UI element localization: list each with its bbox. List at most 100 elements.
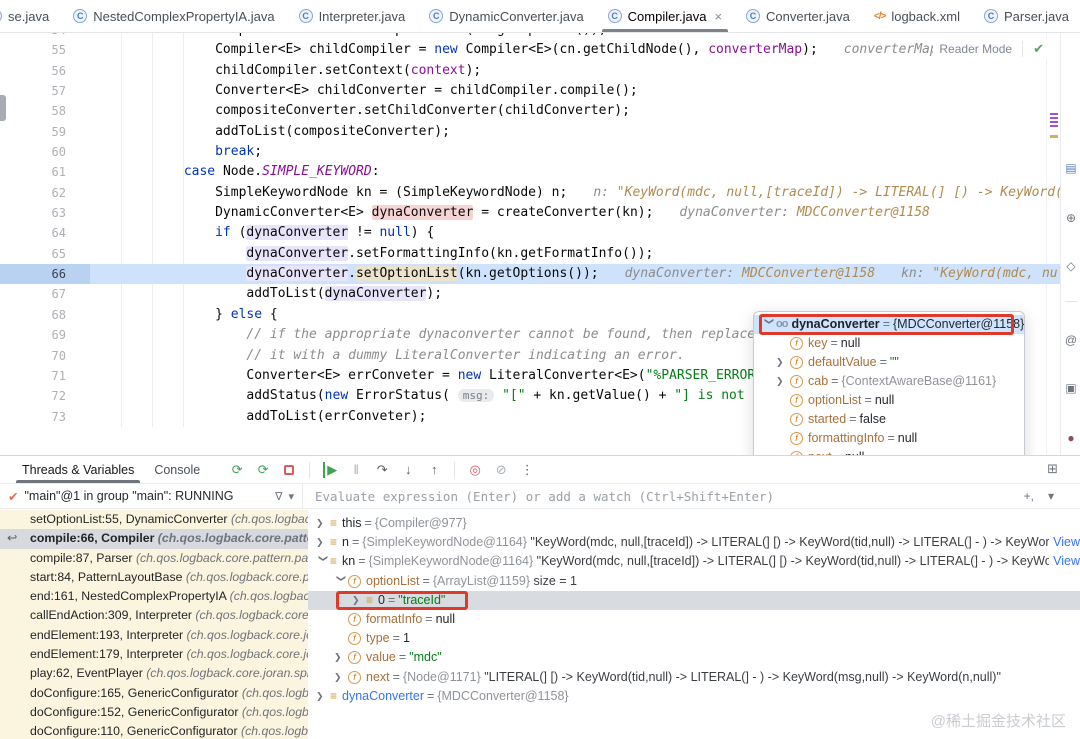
- line-number[interactable]: 60: [0, 142, 90, 162]
- layout-settings-icon[interactable]: ⊞: [1047, 461, 1058, 477]
- stop-icon[interactable]: [278, 460, 300, 480]
- frame-row[interactable]: setOptionList:55, DynamicConverter (ch.q…: [0, 510, 308, 529]
- line-number[interactable]: 68: [0, 305, 90, 325]
- variable-row-type[interactable]: f type = 1: [308, 629, 1080, 648]
- add-watch-plus-icon[interactable]: +,: [1024, 489, 1034, 503]
- endpoints-icon[interactable]: ⊕: [1061, 211, 1080, 225]
- code-line-57[interactable]: 57 Converter<E> childConverter = childCom…: [0, 81, 1060, 101]
- line-number[interactable]: 70: [0, 346, 90, 366]
- bookmarks-icon[interactable]: ◇: [1061, 259, 1080, 273]
- frame-row[interactable]: ↩ compile:66, Compiler (ch.qos.logback.co…: [0, 529, 308, 549]
- variable-row-value[interactable]: ❯ f value = "mdc": [308, 648, 1080, 667]
- frames-list[interactable]: setOptionList:55, DynamicConverter (ch.q…: [0, 510, 308, 739]
- profiler-icon[interactable]: ●: [1061, 431, 1080, 445]
- popup-row-optionList[interactable]: f optionList = null: [754, 391, 1024, 410]
- line-number[interactable]: 59: [0, 122, 90, 142]
- chevron-right-icon[interactable]: ❯: [316, 514, 330, 533]
- tab-Converter.java[interactable]: C Converter.java: [734, 0, 862, 32]
- chevron-right-icon[interactable]: ❯: [316, 687, 330, 706]
- evaluate-chevron-icon[interactable]: ▾: [1048, 489, 1054, 503]
- frame-row[interactable]: callEndAction:309, Interpreter (ch.qos.l…: [0, 606, 308, 625]
- mentions-icon[interactable]: @: [1061, 333, 1080, 347]
- close-tab-icon[interactable]: ×: [714, 9, 722, 24]
- tab-NestedComplexPropertyIA.java[interactable]: C NestedComplexPropertyIA.java: [61, 0, 286, 32]
- chevron-down-icon[interactable]: ❯: [760, 318, 779, 332]
- popup-row-next[interactable]: f next=null: [754, 448, 1024, 455]
- code-line-60[interactable]: 60 break;: [0, 142, 1060, 162]
- line-number[interactable]: 72: [0, 386, 90, 406]
- evaluate-expression-bar[interactable]: Evaluate expression (Enter) or add a wat…: [303, 484, 1080, 508]
- code-line-64[interactable]: 64 if (dynaConverter != null) {: [0, 223, 1060, 243]
- frame-row[interactable]: start:84, PatternLayoutBase (ch.qos.logb…: [0, 568, 308, 587]
- popup-row-dynaConverter[interactable]: ❯ oo dynaConverter = {MDCConverter@1158}: [754, 314, 1024, 335]
- popup-row-formattingInfo[interactable]: f formattingInfo = null: [754, 429, 1024, 448]
- frame-row[interactable]: play:62, EventPlayer (ch.qos.logback.cor…: [0, 664, 308, 683]
- line-number[interactable]: 64: [0, 223, 90, 243]
- line-number[interactable]: 58: [0, 101, 90, 121]
- code-line-58[interactable]: 58 compositeConverter.setChildConverter(c…: [0, 101, 1060, 121]
- view-link[interactable]: View: [1053, 552, 1080, 571]
- view-link[interactable]: View: [1053, 533, 1080, 552]
- pause-icon[interactable]: ‖: [345, 460, 367, 480]
- popup-row-started[interactable]: f started = false: [754, 410, 1024, 429]
- line-number[interactable]: 56: [0, 61, 90, 81]
- code-line-54[interactable]: 54compositeConverter.setOptionList(cn.ge…: [0, 33, 1060, 40]
- chevron-down-icon[interactable]: ❯: [313, 555, 332, 569]
- line-number[interactable]: 73: [0, 407, 90, 427]
- variables-panel[interactable]: ❯ ≡ this = {Compiler@977} ❯ ≡ n = {SimpleKeywordN…: [308, 510, 1080, 739]
- structure-icon[interactable]: ▤: [1061, 161, 1080, 175]
- chevron-right-icon[interactable]: ❯: [776, 353, 790, 372]
- variable-row-optionList[interactable]: ❯ f optionList = {ArrayList@1159} size = 1: [308, 572, 1080, 591]
- popup-row-defaultValue[interactable]: ❯ f defaultValue = "": [754, 353, 1024, 372]
- frame-row[interactable]: end:161, NestedComplexPropertyIA (ch.qos…: [0, 587, 308, 606]
- line-number[interactable]: 67: [0, 284, 90, 304]
- code-line-61[interactable]: 61 case Node.SIMPLE_KEYWORD:: [0, 162, 1060, 182]
- line-number[interactable]: 65: [0, 244, 90, 264]
- mute-breakpoints-icon[interactable]: ⊘: [490, 460, 512, 480]
- chevron-right-icon[interactable]: ❯: [316, 533, 330, 552]
- debug-tab-console[interactable]: Console: [144, 456, 210, 483]
- rerun-icon[interactable]: ⟳: [226, 460, 248, 480]
- code-line-67[interactable]: 67 addToList(dynaConverter);: [0, 284, 1060, 304]
- rerun-debug-icon[interactable]: ⟳: [252, 460, 274, 480]
- line-number[interactable]: 54: [0, 33, 90, 40]
- variable-row-this[interactable]: ❯ ≡ this = {Compiler@977}: [308, 514, 1080, 533]
- variable-row-0[interactable]: ❯ ≡ 0 = "traceId": [308, 590, 1080, 610]
- variable-row-formatInfo[interactable]: f formatInfo = null: [308, 610, 1080, 629]
- line-number[interactable]: 63: [0, 203, 90, 223]
- step-into-icon[interactable]: ↓: [397, 460, 419, 480]
- tab-DynamicConverter.java[interactable]: C DynamicConverter.java: [417, 0, 595, 32]
- chevron-right-icon[interactable]: ❯: [334, 648, 348, 667]
- code-line-56[interactable]: 56 childCompiler.setContext(context);: [0, 61, 1060, 81]
- line-number[interactable]: 55: [0, 40, 90, 60]
- line-number[interactable]: 71: [0, 366, 90, 386]
- chevron-down-icon[interactable]: ❯: [331, 574, 350, 588]
- frame-row[interactable]: doConfigure:165, GenericConfigurator (ch…: [0, 684, 308, 703]
- step-over-icon[interactable]: ↷: [371, 460, 393, 480]
- frame-row[interactable]: endElement:193, Interpreter (ch.qos.logb…: [0, 626, 308, 645]
- code-line-65[interactable]: 65 dynaConverter.setFormattingInfo(kn.get…: [0, 244, 1060, 264]
- popup-row-cab[interactable]: ❯ f cab = {ContextAwareBase@1161}: [754, 372, 1024, 391]
- reader-mode-widget[interactable]: Reader Mode ✔: [933, 39, 1050, 59]
- code-line-63[interactable]: 63 DynamicConverter<E> dynaConverter = cr…: [0, 203, 1060, 223]
- variable-row-kn[interactable]: ❯ ≡ kn = {SimpleKeywordNode@1164} "KeyWord(m…: [308, 552, 1080, 571]
- code-line-55[interactable]: 55 Compiler<E> childCompiler = new Compil…: [0, 40, 1060, 60]
- thread-selector[interactable]: ✔ "main"@1 in group "main": RUNNING ∇ ▾: [0, 484, 303, 508]
- line-number[interactable]: 62: [0, 183, 90, 203]
- frame-row[interactable]: doConfigure:110, GenericConfigurator (ch…: [0, 722, 308, 739]
- chevron-right-icon[interactable]: ❯: [334, 668, 348, 687]
- code-line-59[interactable]: 59 addToList(compositeConverter);: [0, 122, 1060, 142]
- popup-row-key[interactable]: f key = null: [754, 334, 1024, 353]
- chevron-right-icon[interactable]: ❯: [352, 591, 366, 610]
- tab-se.java[interactable]: Cse.java: [0, 0, 61, 32]
- thread-chevron-icon[interactable]: ▾: [288, 490, 294, 503]
- variable-row-dynaConverter[interactable]: ❯ ≡ dynaConverter = {MDCConverter@1158}: [308, 687, 1080, 706]
- variable-row-n[interactable]: ❯ ≡ n = {SimpleKeywordNode@1164} "KeyWord(md…: [308, 533, 1080, 552]
- device-icon[interactable]: ▣: [1061, 381, 1080, 395]
- code-line-62[interactable]: 62 SimpleKeywordNode kn = (SimpleKeywordN…: [0, 183, 1060, 203]
- variable-row-next[interactable]: ❯ f next = {Node@1171} "LITERAL(] [) -> KeyW…: [308, 668, 1080, 687]
- more-icon[interactable]: ⋮: [516, 460, 538, 480]
- tab-Interpreter.java[interactable]: C Interpreter.java: [287, 0, 418, 32]
- chevron-right-icon[interactable]: ❯: [776, 372, 790, 391]
- resume-icon[interactable]: ▶: [319, 460, 341, 480]
